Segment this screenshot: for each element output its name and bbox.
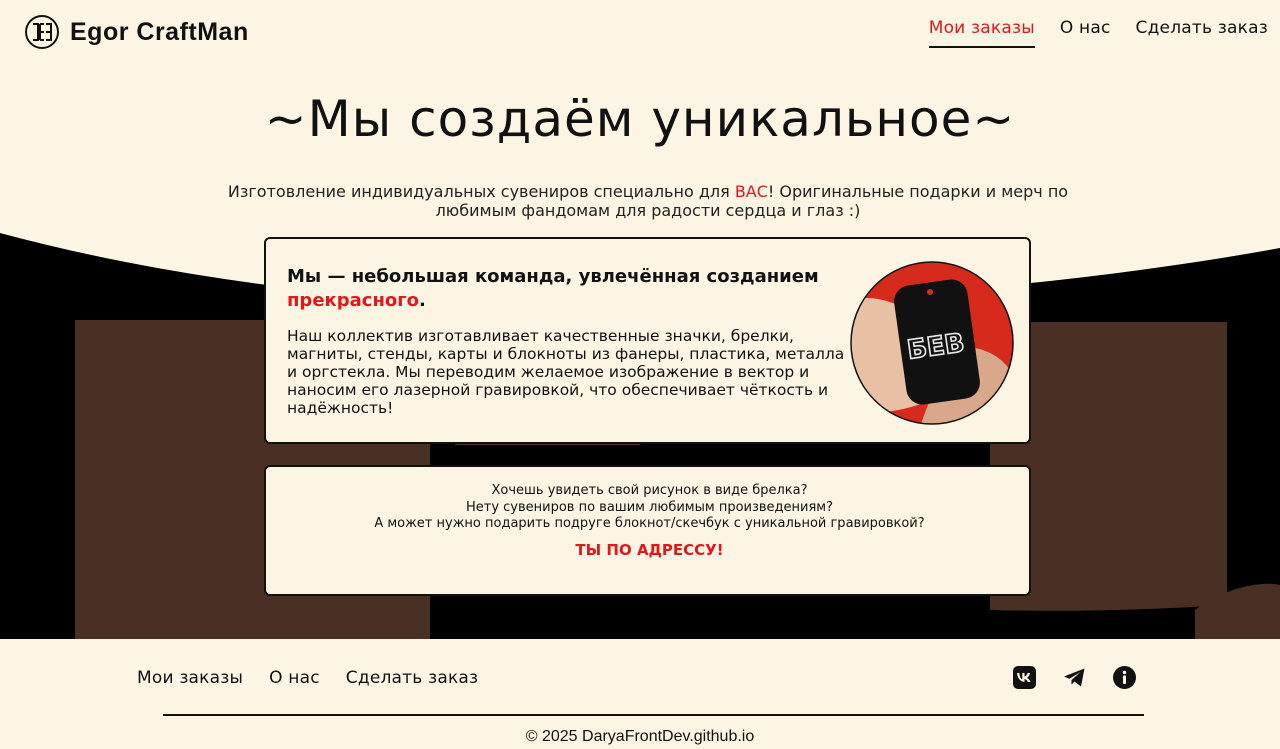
- logo-mark-icon: [25, 15, 59, 49]
- cta-questions: Хочешь увидеть свой рисунок в виде брелк…: [266, 483, 1033, 533]
- about-heading-start: Мы — небольшая команда, увлечённая созда…: [287, 266, 819, 287]
- main-nav: Мои заказы О нас Сделать заказ: [928, 18, 1268, 48]
- cta-question: А может нужно подарить подруге блокнот/с…: [374, 516, 925, 531]
- footer-link-about[interactable]: О нас: [269, 668, 320, 688]
- product-photo: БЕВ: [850, 261, 1014, 425]
- site-header: Egor CraftMan Мои заказы О нас Сделать з…: [0, 0, 1280, 64]
- about-heading: Мы — небольшая команда, увлечённая созда…: [287, 265, 847, 313]
- cta-action-text: ТЫ ПО АДРЕССУ!: [575, 541, 724, 559]
- copyright: © 2025 DaryaFrontDev.github.io: [525, 728, 755, 745]
- footer-divider: [163, 714, 1144, 716]
- nav-link-about[interactable]: О нас: [1060, 18, 1111, 48]
- footer-link-make-order[interactable]: Сделать заказ: [346, 668, 478, 688]
- cta-question: Нету сувениров по вашим любимым произвед…: [465, 499, 834, 515]
- footer-link-my-orders[interactable]: Мои заказы: [137, 668, 243, 688]
- about-card: Мы — небольшая команда, увлечённая созда…: [264, 237, 1031, 444]
- site-footer: Мои заказы О нас Сделать заказ © 2025 Da…: [0, 639, 1280, 749]
- cta-card: Хочешь увидеть свой рисунок в виде брелк…: [264, 465, 1031, 596]
- about-heading-accent: прекрасного: [287, 290, 420, 311]
- hero-subtitle: Изготовление индивидуальных сувениров сп…: [200, 182, 1096, 220]
- logo-text: Egor CraftMan: [70, 17, 249, 46]
- info-icon[interactable]: [1112, 665, 1137, 690]
- footer-nav: Мои заказы О нас Сделать заказ: [137, 668, 478, 688]
- social-links: [1012, 665, 1137, 690]
- about-heading-end: .: [419, 290, 426, 311]
- hero-subtitle-accent: ВАС: [734, 182, 768, 201]
- nav-link-my-orders[interactable]: Мои заказы: [928, 18, 1035, 48]
- about-description: Наш коллектив изготавливает качественные…: [287, 327, 845, 417]
- telegram-icon[interactable]: [1062, 665, 1087, 690]
- logo[interactable]: Egor CraftMan: [24, 14, 249, 50]
- cta-question: Хочешь увидеть свой рисунок в виде брелк…: [491, 483, 808, 498]
- hero-subtitle-start: Изготовление индивидуальных сувениров сп…: [227, 182, 735, 201]
- vk-icon[interactable]: [1012, 665, 1037, 690]
- hero-title: ~Мы создаём уникальное~: [264, 90, 1016, 148]
- nav-link-make-order[interactable]: Сделать заказ: [1136, 18, 1268, 48]
